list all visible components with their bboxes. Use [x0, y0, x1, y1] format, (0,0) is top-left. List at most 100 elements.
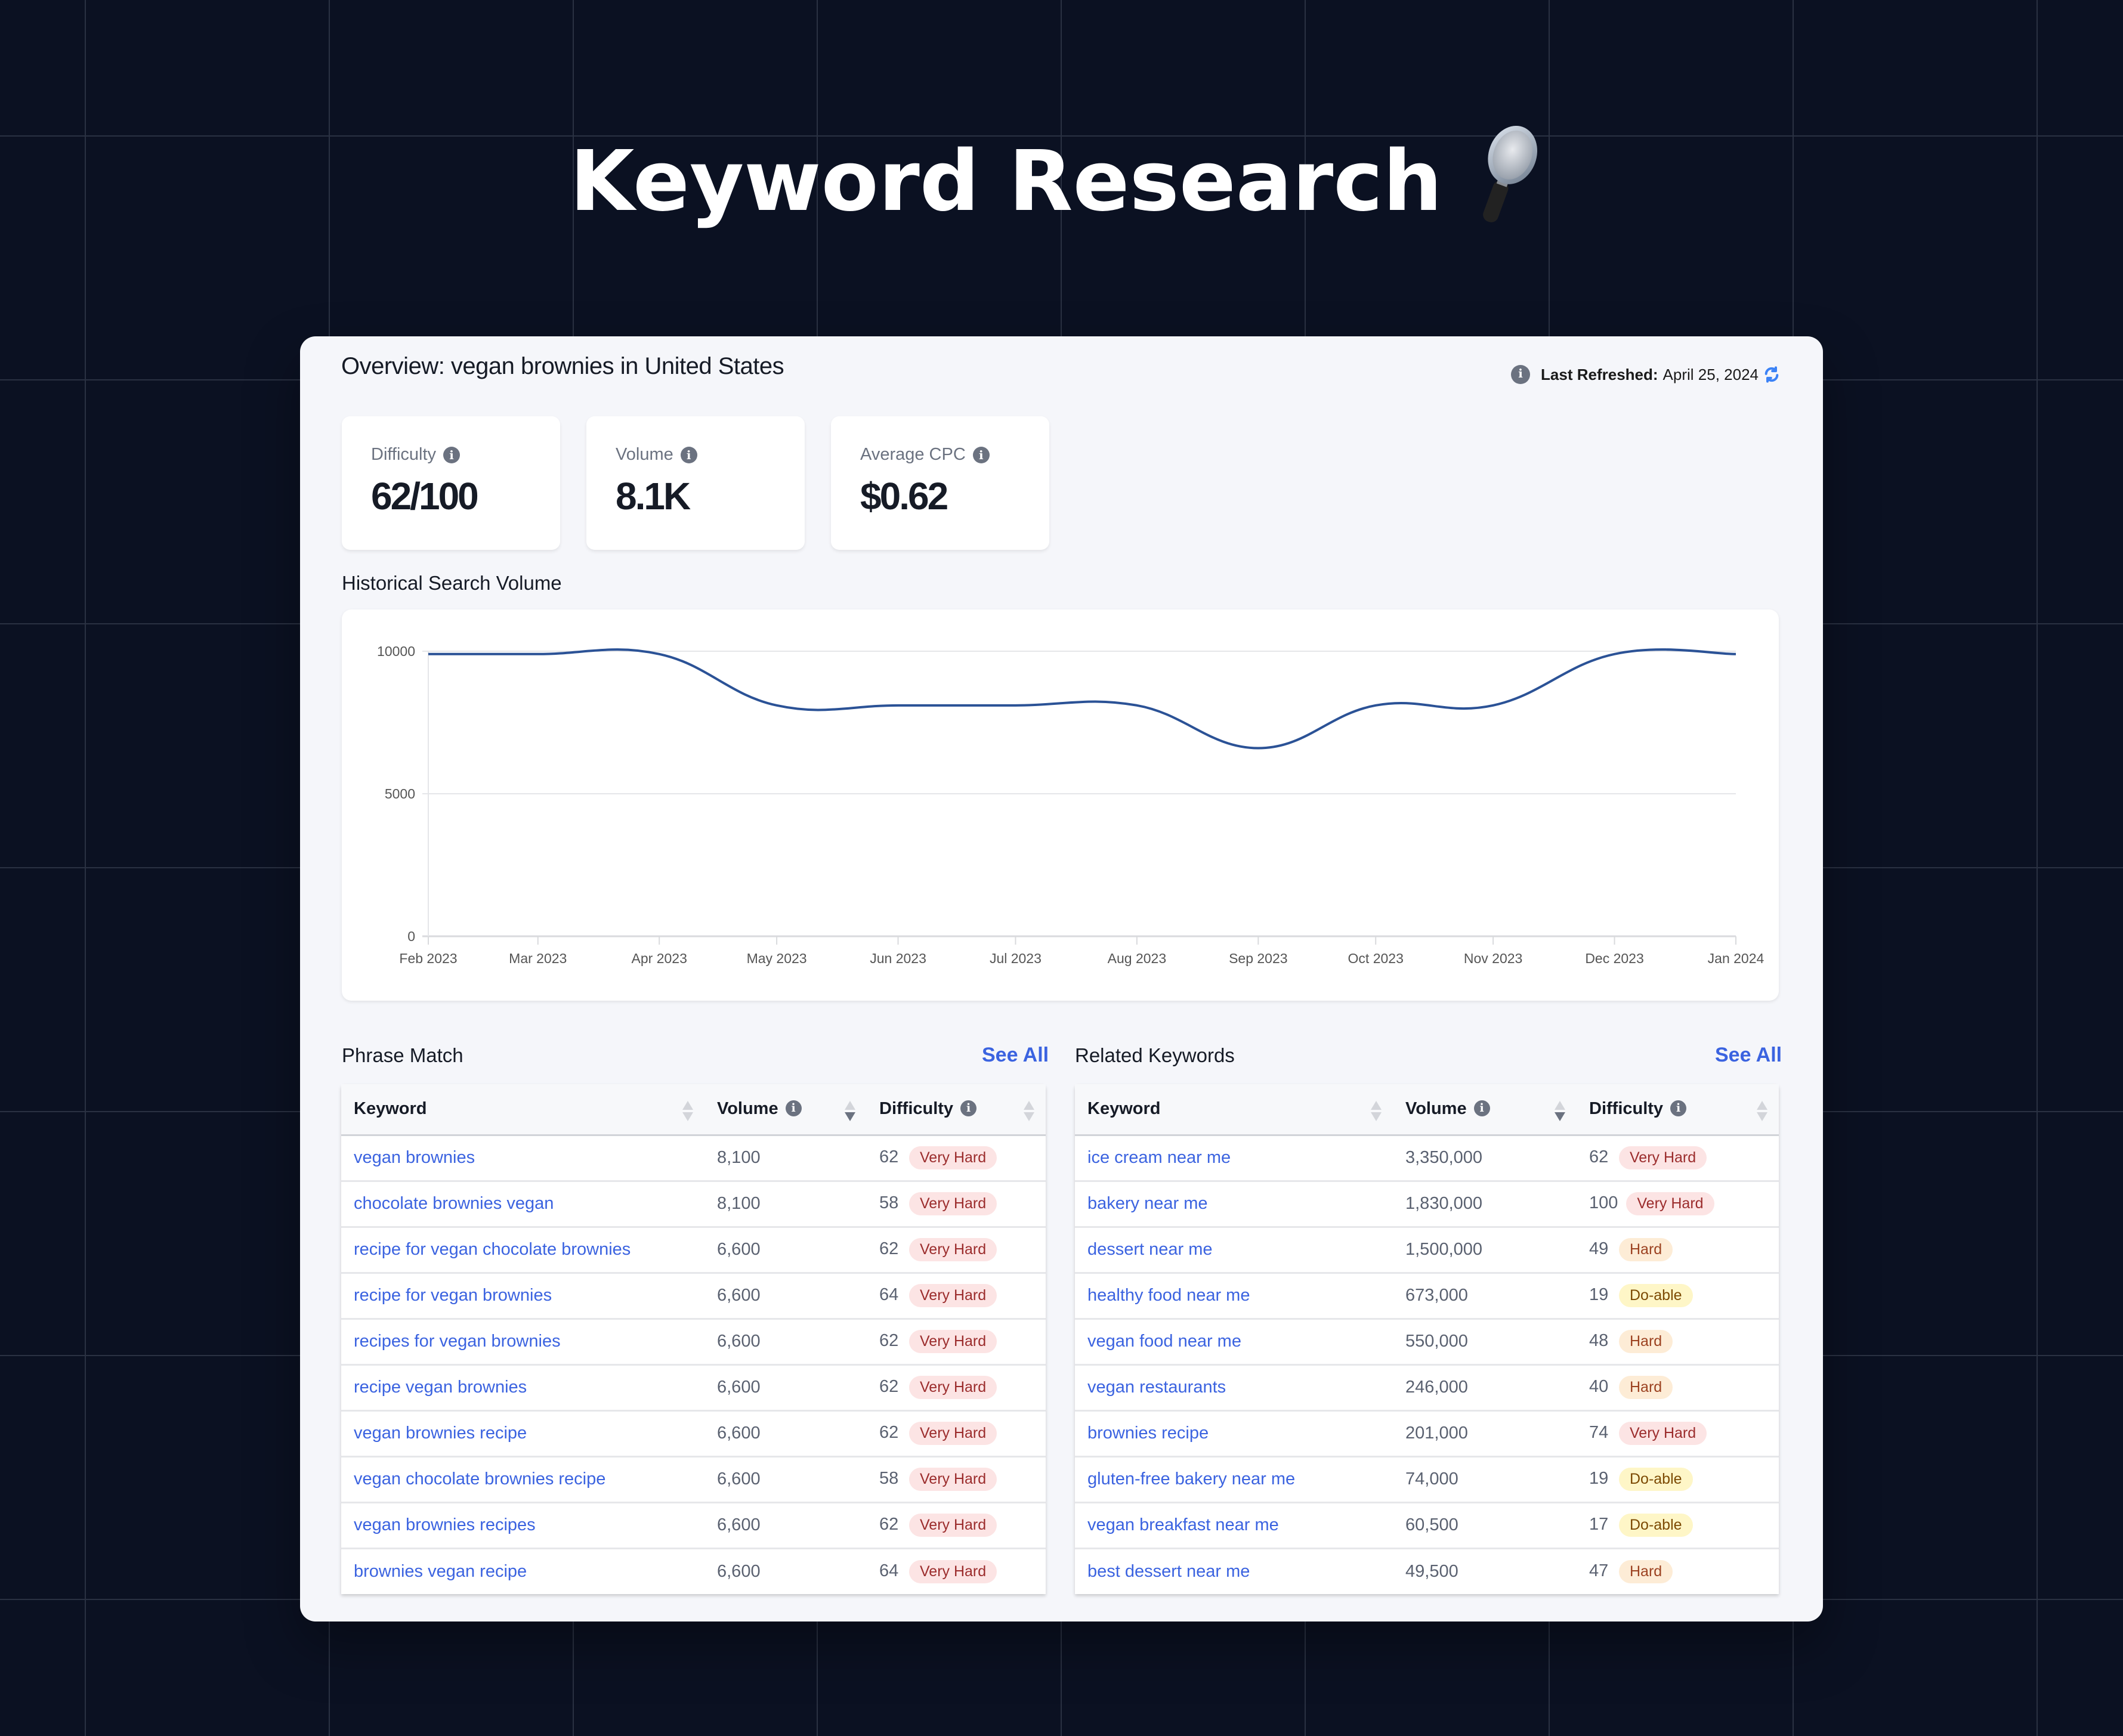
column-header-volume[interactable]: Volume i — [1393, 1084, 1577, 1136]
table-row: healthy food near me 673,000 19 Do-able — [1075, 1273, 1779, 1320]
keyword-link[interactable]: vegan chocolate brownies recipe — [354, 1469, 605, 1489]
refresh-icon[interactable] — [1763, 366, 1780, 383]
difficulty-badge: Very Hard — [1619, 1146, 1707, 1169]
column-header-keyword[interactable]: Keyword — [1075, 1084, 1393, 1136]
stat-value: $0.62 — [860, 475, 948, 518]
table-row: best dessert near me 49,500 47 Hard — [1075, 1548, 1779, 1594]
difficulty-badge: Do-able — [1619, 1514, 1693, 1537]
keyword-cell: recipe vegan brownies — [341, 1364, 704, 1412]
table-row: vegan brownies recipe 6,600 62 Very Hard — [341, 1410, 1046, 1458]
x-tick-label: Mar 2023 — [509, 951, 567, 966]
column-label: Difficulty — [1589, 1099, 1664, 1119]
keyword-link[interactable]: vegan brownies — [354, 1148, 475, 1167]
keyword-link[interactable]: brownies recipe — [1087, 1424, 1209, 1443]
keyword-link[interactable]: recipes for vegan brownies — [354, 1332, 561, 1351]
volume-cell: 6,600 — [704, 1456, 867, 1503]
phrase-match-see-all-link[interactable]: See All — [982, 1044, 1049, 1067]
keyword-link[interactable]: healthy food near me — [1087, 1286, 1250, 1305]
phrase-match-title: Phrase Match — [342, 1044, 463, 1066]
info-icon[interactable]: i — [972, 446, 990, 463]
volume-cell: 246,000 — [1393, 1364, 1577, 1412]
difficulty-score: 64 — [879, 1561, 899, 1580]
column-header-difficulty[interactable]: Difficulty i — [1577, 1084, 1779, 1136]
keyword-link[interactable]: vegan breakfast near me — [1087, 1515, 1279, 1534]
info-icon[interactable]: i — [680, 446, 697, 463]
difficulty-score: 74 — [1589, 1423, 1609, 1442]
volume-cell: 3,350,000 — [1393, 1135, 1577, 1182]
table-row: vegan chocolate brownies recipe 6,600 58 Ve… — [341, 1456, 1046, 1503]
column-header-difficulty[interactable]: Difficulty i — [867, 1084, 1046, 1136]
keyword-link[interactable]: best dessert near me — [1087, 1562, 1250, 1581]
column-header-volume[interactable]: Volume i — [704, 1084, 867, 1136]
info-icon[interactable]: i — [785, 1100, 802, 1117]
sort-icon[interactable] — [682, 1100, 694, 1122]
difficulty-score: 64 — [879, 1285, 899, 1304]
stat-label: Difficulty — [371, 445, 437, 464]
difficulty-cell: 62 Very Hard — [1577, 1135, 1779, 1182]
table-row: recipe vegan brownies 6,600 62 Very Hard — [341, 1364, 1046, 1412]
difficulty-badge: Very Hard — [1626, 1192, 1714, 1215]
table-row: gluten-free bakery near me 74,000 19 Do-abl… — [1075, 1456, 1779, 1503]
info-icon[interactable]: i — [960, 1100, 977, 1117]
volume-cell: 8,100 — [704, 1135, 867, 1182]
keyword-link[interactable]: gluten-free bakery near me — [1087, 1469, 1295, 1489]
column-label: Volume — [1405, 1099, 1467, 1119]
difficulty-score: 19 — [1589, 1469, 1609, 1488]
difficulty-cell: 100 Very Hard — [1577, 1181, 1779, 1228]
sort-icon[interactable] — [1370, 1100, 1382, 1122]
sort-descending-icon[interactable] — [1554, 1100, 1566, 1122]
magnifying-glass-icon — [1458, 125, 1553, 227]
keyword-cell: vegan food near me — [1075, 1319, 1393, 1366]
stats-row: Difficulty i 62/100 Volume i 8.1K Average … — [342, 416, 1049, 550]
info-icon[interactable]: i — [1511, 365, 1531, 384]
keyword-link[interactable]: bakery near me — [1087, 1194, 1208, 1213]
keyword-link[interactable]: vegan brownies recipes — [354, 1515, 536, 1534]
difficulty-badge: Very Hard — [909, 1422, 997, 1445]
difficulty-cell: 19 Do-able — [1577, 1456, 1779, 1503]
volume-cell: 550,000 — [1393, 1319, 1577, 1366]
keyword-link[interactable]: vegan restaurants — [1087, 1378, 1226, 1397]
info-icon[interactable]: i — [443, 446, 461, 463]
stat-value: 8.1K — [616, 475, 691, 518]
table-row: vegan breakfast near me 60,500 17 Do-able — [1075, 1502, 1779, 1549]
difficulty-badge: Very Hard — [1619, 1422, 1707, 1445]
difficulty-badge: Hard — [1619, 1376, 1673, 1399]
column-header-keyword[interactable]: Keyword — [341, 1084, 704, 1136]
stat-card-average-cpc: Average CPC i $0.62 — [831, 416, 1049, 550]
last-refreshed: i Last Refreshed: April 25, 2024 — [1511, 365, 1780, 384]
keyword-link[interactable]: chocolate brownies vegan — [354, 1194, 554, 1213]
keyword-cell: healthy food near me — [1075, 1273, 1393, 1320]
difficulty-cell: 64 Very Hard — [867, 1548, 1046, 1594]
phrase-match-table: Keyword Volume i Difficulty i vegan browni… — [341, 1084, 1046, 1594]
keyword-link[interactable]: recipe for vegan brownies — [354, 1286, 552, 1305]
info-icon[interactable]: i — [1670, 1100, 1687, 1117]
difficulty-cell: 47 Hard — [1577, 1548, 1779, 1594]
table-row: chocolate brownies vegan 8,100 58 Very Hard — [341, 1181, 1046, 1228]
chart-svg: 0 5000 10000 Feb 2023 Mar 2023 Apr 2023 May 20… — [377, 643, 1764, 966]
sort-icon[interactable] — [1756, 1100, 1768, 1122]
table-row: vegan brownies recipes 6,600 62 Very Hard — [341, 1502, 1046, 1549]
table-row: brownies recipe 201,000 74 Very Hard — [1075, 1410, 1779, 1458]
difficulty-badge: Do-able — [1619, 1468, 1693, 1491]
keyword-link[interactable]: brownies vegan recipe — [354, 1562, 527, 1581]
x-tick-label: Oct 2023 — [1348, 951, 1404, 966]
column-label: Keyword — [1087, 1099, 1161, 1119]
keyword-cell: vegan brownies recipe — [341, 1410, 704, 1458]
y-tick-label: 10000 — [377, 643, 415, 659]
stat-label: Average CPC — [860, 445, 966, 464]
difficulty-score: 49 — [1589, 1239, 1609, 1258]
related-keywords-see-all-link[interactable]: See All — [1715, 1044, 1782, 1067]
sort-icon[interactable] — [1023, 1100, 1035, 1122]
keyword-link[interactable]: recipe for vegan chocolate brownies — [354, 1240, 631, 1259]
info-icon[interactable]: i — [1473, 1100, 1490, 1117]
keyword-link[interactable]: recipe vegan brownies — [354, 1378, 527, 1397]
keyword-link[interactable]: vegan brownies recipe — [354, 1424, 527, 1443]
volume-cell: 6,600 — [704, 1410, 867, 1458]
difficulty-badge: Very Hard — [909, 1330, 997, 1353]
keyword-link[interactable]: dessert near me — [1087, 1240, 1213, 1259]
keyword-link[interactable]: vegan food near me — [1087, 1332, 1241, 1351]
keyword-link[interactable]: ice cream near me — [1087, 1148, 1231, 1167]
volume-cell: 1,500,000 — [1393, 1227, 1577, 1274]
column-label: Keyword — [354, 1099, 427, 1119]
sort-descending-icon[interactable] — [844, 1100, 856, 1122]
